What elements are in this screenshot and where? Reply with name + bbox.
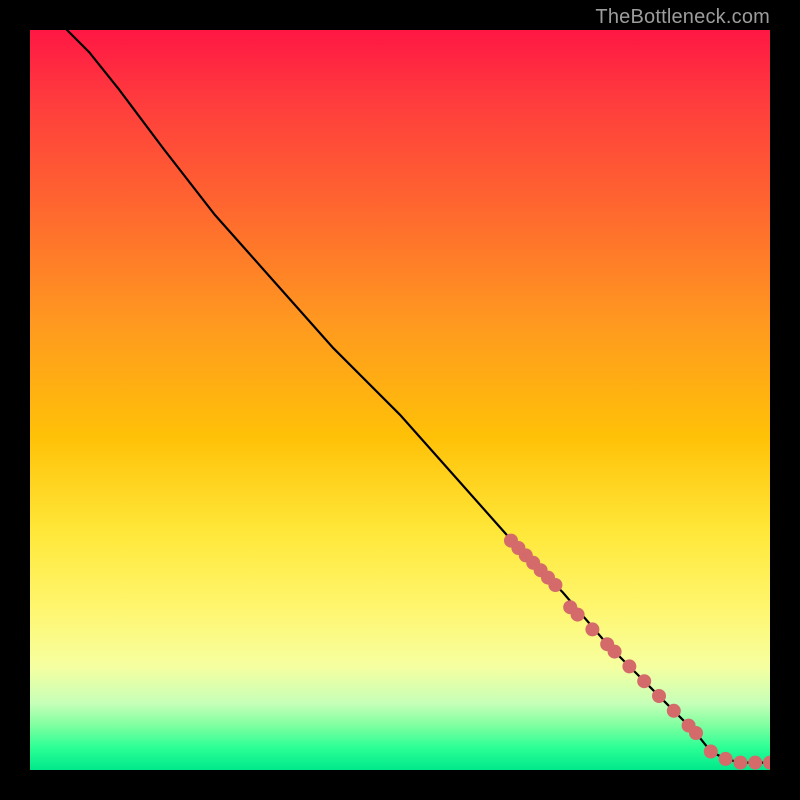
marker-dot: [608, 645, 621, 658]
curve-line: [67, 30, 770, 763]
marker-dot: [690, 727, 703, 740]
marker-dot: [623, 660, 636, 673]
marker-dot: [571, 608, 584, 621]
marker-dot: [638, 675, 651, 688]
marker-dot: [734, 756, 747, 769]
curve-svg: [30, 30, 770, 770]
marker-dot: [667, 704, 680, 717]
marker-dot: [586, 623, 599, 636]
plot-area: [30, 30, 770, 770]
marker-dot: [764, 756, 771, 769]
marker-dots: [505, 534, 771, 769]
marker-dot: [549, 579, 562, 592]
marker-dot: [704, 745, 717, 758]
chart-frame: TheBottleneck.com: [0, 0, 800, 800]
marker-dot: [719, 752, 732, 765]
marker-dot: [749, 756, 762, 769]
watermark-text: TheBottleneck.com: [595, 6, 770, 29]
marker-dot: [653, 690, 666, 703]
